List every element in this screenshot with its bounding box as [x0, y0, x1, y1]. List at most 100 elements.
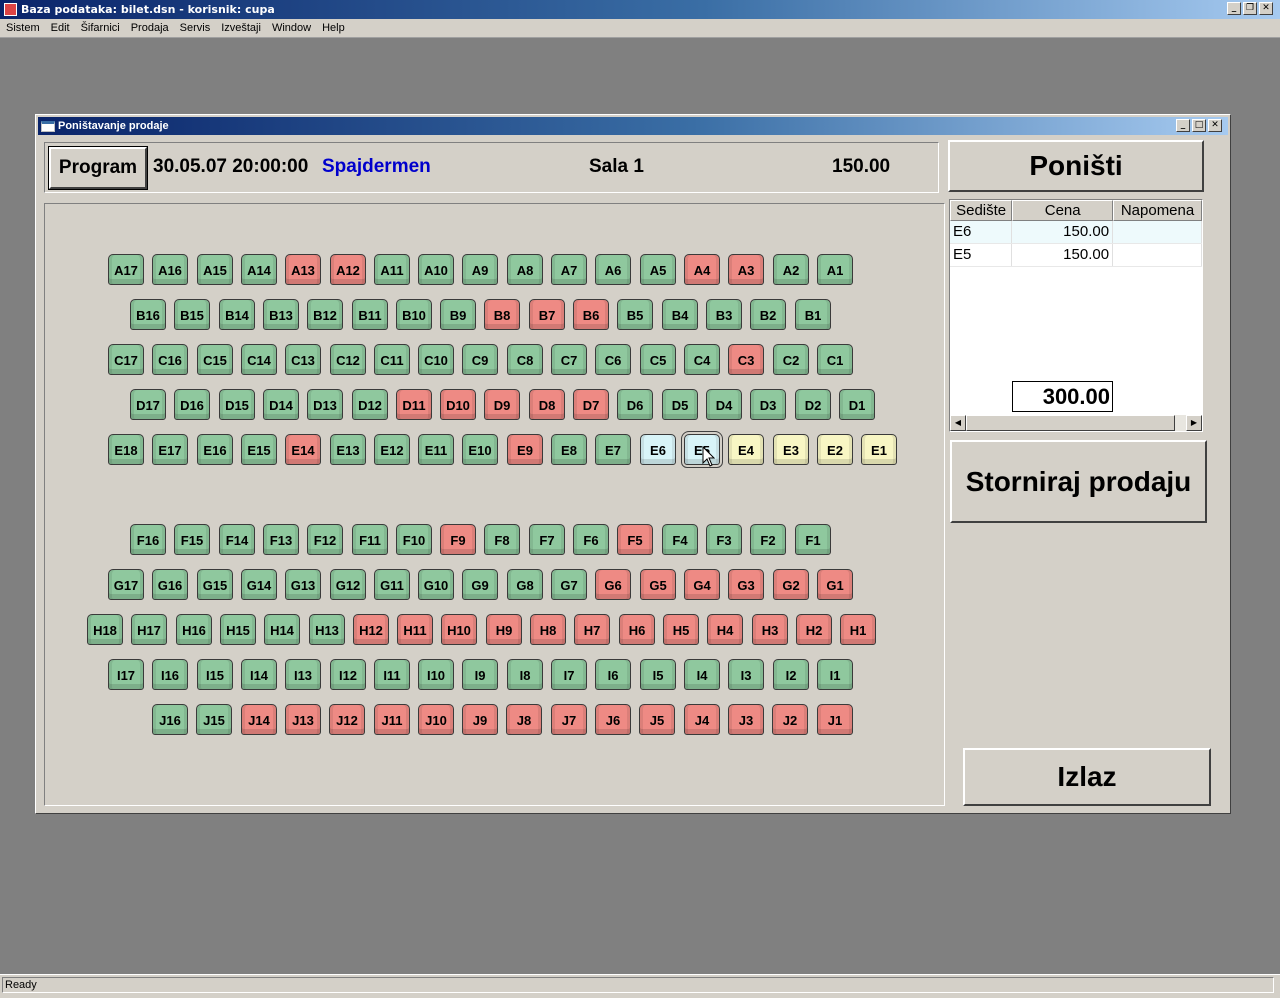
seat-j10[interactable]: J10	[418, 704, 454, 735]
seat-b8[interactable]: B8	[484, 299, 520, 330]
seat-h10[interactable]: H10	[441, 614, 477, 645]
seat-e12[interactable]: E12	[374, 434, 410, 465]
seat-c12[interactable]: C12	[330, 344, 366, 375]
seat-c6[interactable]: C6	[595, 344, 631, 375]
restore-icon[interactable]: ❐	[1243, 2, 1257, 15]
seat-h15[interactable]: H15	[220, 614, 256, 645]
seat-b9[interactable]: B9	[440, 299, 476, 330]
seat-b16[interactable]: B16	[130, 299, 166, 330]
seat-a10[interactable]: A10	[418, 254, 454, 285]
seat-c1[interactable]: C1	[817, 344, 853, 375]
seat-h8[interactable]: H8	[530, 614, 566, 645]
seat-d13[interactable]: D13	[307, 389, 343, 420]
seat-b4[interactable]: B4	[662, 299, 698, 330]
izlaz-button[interactable]: Izlaz	[963, 748, 1211, 806]
seat-h7[interactable]: H7	[574, 614, 610, 645]
program-button[interactable]: Program	[48, 146, 148, 190]
seat-c16[interactable]: C16	[152, 344, 188, 375]
seat-d1[interactable]: D1	[839, 389, 875, 420]
column-header-note[interactable]: Napomena	[1113, 200, 1202, 221]
seat-h2[interactable]: H2	[796, 614, 832, 645]
seat-j3[interactable]: J3	[728, 704, 764, 735]
seat-h14[interactable]: H14	[264, 614, 300, 645]
seat-d17[interactable]: D17	[130, 389, 166, 420]
seat-e15[interactable]: E15	[241, 434, 277, 465]
seat-h1[interactable]: H1	[840, 614, 876, 645]
seat-g7[interactable]: G7	[551, 569, 587, 600]
seat-f5[interactable]: F5	[617, 524, 653, 555]
seat-h16[interactable]: H16	[176, 614, 212, 645]
seat-g1[interactable]: G1	[817, 569, 853, 600]
seat-c5[interactable]: C5	[640, 344, 676, 375]
seat-f3[interactable]: F3	[706, 524, 742, 555]
seat-g2[interactable]: G2	[773, 569, 809, 600]
close-icon[interactable]: ✕	[1259, 2, 1273, 15]
seat-f7[interactable]: F7	[529, 524, 565, 555]
seat-c13[interactable]: C13	[285, 344, 321, 375]
seat-c17[interactable]: C17	[108, 344, 144, 375]
seat-b11[interactable]: B11	[352, 299, 388, 330]
seat-h18[interactable]: H18	[87, 614, 123, 645]
seat-i10[interactable]: I10	[418, 659, 454, 690]
seat-a14[interactable]: A14	[241, 254, 277, 285]
seat-j9[interactable]: J9	[462, 704, 498, 735]
seat-h6[interactable]: H6	[619, 614, 655, 645]
seat-i8[interactable]: I8	[507, 659, 543, 690]
horizontal-scrollbar[interactable]: ◀ ▶	[950, 415, 1202, 431]
seat-i17[interactable]: I17	[108, 659, 144, 690]
seat-d9[interactable]: D9	[484, 389, 520, 420]
menu-prodaja[interactable]: Prodaja	[125, 22, 174, 34]
seat-g4[interactable]: G4	[684, 569, 720, 600]
seat-i7[interactable]: I7	[551, 659, 587, 690]
seat-f11[interactable]: F11	[352, 524, 388, 555]
seat-g6[interactable]: G6	[595, 569, 631, 600]
seat-a12[interactable]: A12	[330, 254, 366, 285]
seat-h13[interactable]: H13	[309, 614, 345, 645]
seat-d2[interactable]: D2	[795, 389, 831, 420]
close-icon[interactable]: ✕	[1208, 119, 1222, 132]
app-title-bar[interactable]: Baza podataka: bilet.dsn - korisnik: cup…	[0, 0, 1280, 19]
seat-d16[interactable]: D16	[174, 389, 210, 420]
seat-j7[interactable]: J7	[551, 704, 587, 735]
seat-g3[interactable]: G3	[728, 569, 764, 600]
seat-d3[interactable]: D3	[750, 389, 786, 420]
seat-c2[interactable]: C2	[773, 344, 809, 375]
seat-b7[interactable]: B7	[529, 299, 565, 330]
seat-f9[interactable]: F9	[440, 524, 476, 555]
seat-i12[interactable]: I12	[330, 659, 366, 690]
seat-e3[interactable]: E3	[773, 434, 809, 465]
seat-j5[interactable]: J5	[639, 704, 675, 735]
seat-c4[interactable]: C4	[684, 344, 720, 375]
seat-j4[interactable]: J4	[684, 704, 720, 735]
menu-help[interactable]: Help	[316, 22, 350, 34]
seat-f6[interactable]: F6	[573, 524, 609, 555]
seat-g14[interactable]: G14	[241, 569, 277, 600]
seat-d5[interactable]: D5	[662, 389, 698, 420]
seat-j12[interactable]: J12	[329, 704, 365, 735]
seat-i1[interactable]: I1	[817, 659, 853, 690]
seat-c15[interactable]: C15	[197, 344, 233, 375]
seat-j1[interactable]: J1	[817, 704, 853, 735]
seat-e18[interactable]: E18	[108, 434, 144, 465]
seat-b12[interactable]: B12	[307, 299, 343, 330]
dialog-title-bar[interactable]: Poništavanje prodaje _ □ ✕	[38, 117, 1228, 135]
seat-a2[interactable]: A2	[773, 254, 809, 285]
seat-j11[interactable]: J11	[374, 704, 410, 735]
seat-h5[interactable]: H5	[663, 614, 699, 645]
seat-e2[interactable]: E2	[817, 434, 853, 465]
seat-b6[interactable]: B6	[573, 299, 609, 330]
seat-e1[interactable]: E1	[861, 434, 897, 465]
scrollbar-thumb[interactable]	[966, 415, 1175, 431]
seat-d8[interactable]: D8	[529, 389, 565, 420]
seat-a9[interactable]: A9	[462, 254, 498, 285]
seat-c7[interactable]: C7	[551, 344, 587, 375]
seat-i14[interactable]: I14	[241, 659, 277, 690]
seat-f13[interactable]: F13	[263, 524, 299, 555]
seat-b10[interactable]: B10	[396, 299, 432, 330]
seat-f12[interactable]: F12	[307, 524, 343, 555]
seat-e13[interactable]: E13	[330, 434, 366, 465]
seat-h17[interactable]: H17	[131, 614, 167, 645]
seat-f4[interactable]: F4	[662, 524, 698, 555]
seat-c10[interactable]: C10	[418, 344, 454, 375]
seat-j15[interactable]: J15	[196, 704, 232, 735]
